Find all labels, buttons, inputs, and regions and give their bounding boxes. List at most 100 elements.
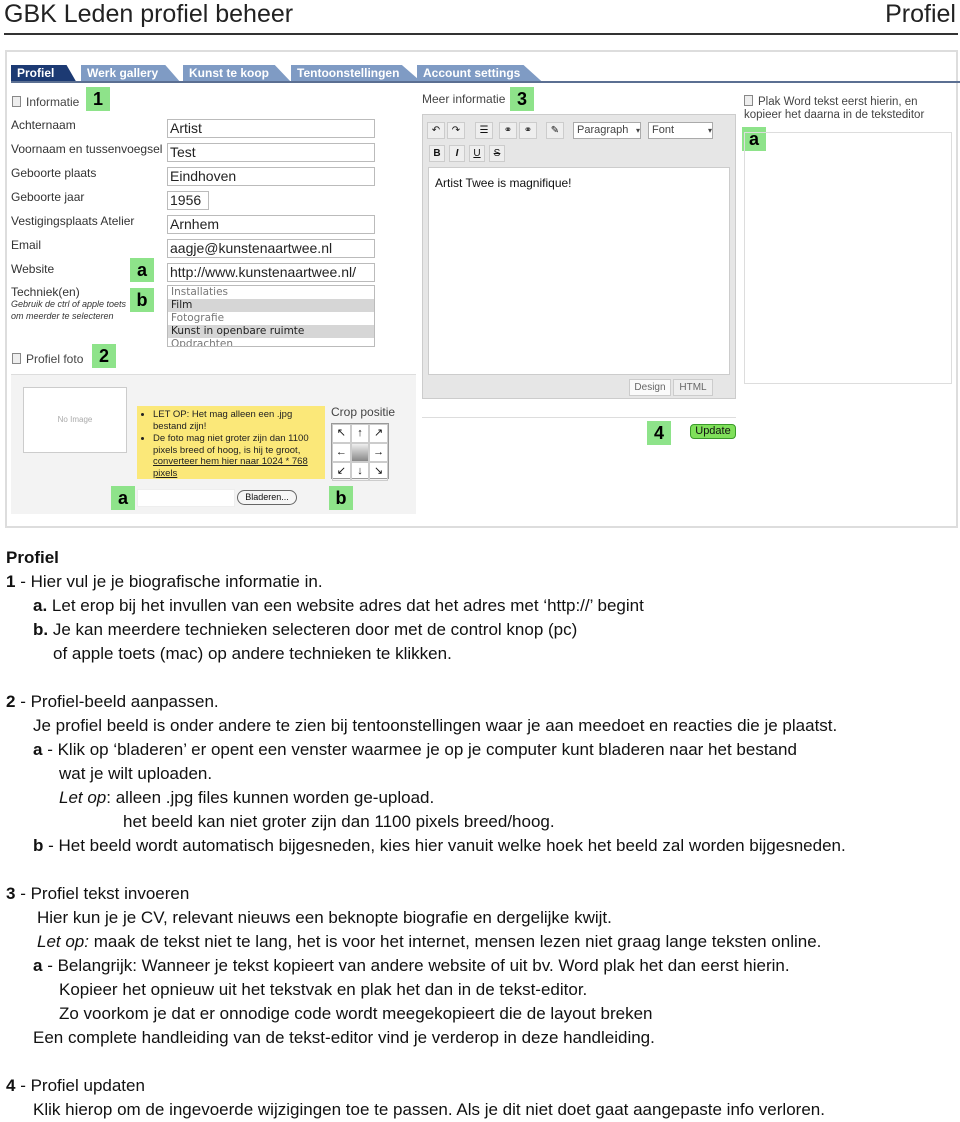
page-section-title: Profiel — [885, 0, 956, 28]
callout-badge: b — [130, 288, 154, 312]
callout-badge: 2 — [92, 344, 116, 368]
photo-heading: Profiel foto — [12, 352, 83, 366]
arrow-ne-icon[interactable]: ↗ — [369, 424, 388, 443]
crop-position-grid[interactable]: ↖ ↑ ↗ ← → ↙ ↓ ↘ — [331, 423, 389, 481]
label-techniek: Techniek(en) — [11, 285, 80, 299]
label-achternaam: Achternaam — [11, 118, 76, 132]
doc-line: het beeld kan niet groter zijn dan 1100 … — [123, 812, 555, 831]
doc-line: maak de tekst niet te lang, het is voor … — [89, 932, 822, 951]
doc-line: - Profiel-beeld aanpassen. — [15, 692, 219, 711]
label-geboortejaar: Geboorte jaar — [11, 190, 85, 204]
bold-button[interactable]: B — [429, 145, 445, 162]
image-icon — [12, 353, 21, 364]
rich-text-editor: ↶ ↷ ☰ ⚭ ⚭ ✎ Paragraph ▾ Font ▾ B I U S Art… — [422, 114, 736, 399]
paste-label: Plak Word tekst eerst hierin, en kopieer… — [744, 96, 925, 121]
paragraph-select[interactable]: Paragraph ▾ — [573, 122, 641, 139]
font-select[interactable]: Font ▾ — [648, 122, 713, 139]
techniek-listbox[interactable]: Installaties Film Fotografie Kunst in op… — [167, 285, 375, 347]
paste-textarea[interactable] — [744, 132, 952, 384]
arrow-e-icon[interactable]: → — [369, 443, 388, 462]
arrow-s-icon[interactable]: ↓ — [350, 462, 370, 481]
paragraph-value: Paragraph — [577, 124, 629, 136]
link-icon[interactable]: ⚭ — [499, 122, 517, 139]
geboortejaar-input[interactable]: 1956 — [167, 191, 209, 210]
edit-html-icon[interactable]: ✎ — [546, 122, 564, 139]
header-divider — [4, 33, 958, 35]
callout-badge: 1 — [86, 87, 110, 111]
photo-panel: No Image LET OP: Het mag alleen een .jpg… — [11, 374, 416, 514]
achternaam-input[interactable]: Artist — [167, 119, 375, 138]
callout-badge: 3 — [510, 87, 534, 111]
techniek-hint: Gebruik de ctrl of apple toets om meerde… — [11, 299, 127, 321]
page-title: GBK Leden profiel beheer — [4, 0, 294, 28]
website-input[interactable]: http://www.kunstenaartwee.nl/ — [167, 263, 375, 282]
doc-title: Profiel — [6, 548, 59, 567]
arrow-sw-icon[interactable]: ↙ — [332, 462, 351, 481]
profile-screenshot: Profiel Werk gallery Kunst te koop Tento… — [5, 50, 960, 528]
label-voornaam: Voornaam en tussenvoegsel — [11, 142, 163, 156]
undo-icon[interactable]: ↶ — [427, 122, 445, 139]
paste-instructions: Plak Word tekst eerst hierin, en kopieer… — [744, 95, 954, 122]
arrow-nw-icon[interactable]: ↖ — [332, 424, 351, 443]
tab-tentoonstellingen[interactable]: Tentoonstellingen — [291, 65, 422, 82]
divider — [422, 417, 736, 418]
tab-account-settings[interactable]: Account settings — [417, 65, 543, 82]
label-website: Website — [11, 262, 55, 276]
file-upload-input[interactable] — [137, 489, 235, 507]
convert-link[interactable]: converteer hem hier naar 1024 * 768 pixe… — [153, 456, 308, 479]
editor-heading: Meer informatie — [422, 92, 506, 106]
doc-line: Klik hierop om de ingevoerde wijzigingen… — [33, 1100, 825, 1119]
doc-line: Je kan meerdere technieken selecteren do… — [48, 620, 578, 639]
html-tab[interactable]: HTML — [673, 379, 713, 396]
info-heading: Informatie — [12, 95, 79, 109]
italic-button[interactable]: I — [449, 145, 465, 162]
vestigingsplaats-input[interactable]: Arnhem — [167, 215, 375, 234]
tab-divider — [11, 81, 960, 83]
callout-badge: a — [111, 486, 135, 510]
editor-content[interactable]: Artist Twee is magnifique! — [428, 167, 730, 375]
no-image-placeholder: No Image — [23, 387, 127, 453]
arrow-n-icon[interactable]: ↑ — [350, 424, 370, 443]
step-letter: b. — [33, 620, 49, 639]
email-input[interactable]: aagje@kunstenaartwee.nl — [167, 239, 375, 258]
label-vestigingsplaats: Vestigingsplaats Atelier — [11, 214, 135, 228]
design-tab[interactable]: Design — [629, 379, 671, 396]
note-text: De foto mag niet groter zijn dan 1100 pi… — [153, 433, 309, 456]
tab-werk-gallery[interactable]: Werk gallery — [81, 65, 181, 82]
list-option[interactable]: Film — [168, 299, 374, 312]
list-option[interactable]: Fotografie — [168, 312, 374, 325]
dropdown-arrow-icon: ▾ — [707, 126, 712, 135]
browse-button[interactable]: Bladeren... — [237, 490, 297, 505]
list-option[interactable]: Kunst in openbare ruimte — [168, 325, 374, 338]
doc-line: Je profiel beeld is onder andere te zien… — [33, 716, 838, 735]
doc-line: wat je wilt uploaden. — [59, 764, 213, 783]
voornaam-input[interactable]: Test — [167, 143, 375, 162]
note-item: LET OP: Het mag alleen een .jpg bestand … — [153, 409, 321, 432]
list-option[interactable]: Installaties — [168, 286, 374, 299]
doc-line: Kopieer het opnieuw uit het tekstvak en … — [59, 980, 588, 999]
callout-badge: a — [130, 258, 154, 282]
arrow-se-icon[interactable]: ↘ — [369, 462, 388, 481]
photo-note: LET OP: Het mag alleen een .jpg bestand … — [137, 406, 325, 479]
doc-line: - Profiel tekst invoeren — [15, 884, 190, 903]
arrow-w-icon[interactable]: ← — [332, 443, 351, 462]
dropdown-arrow-icon: ▾ — [635, 126, 640, 135]
step-letter: a. — [33, 596, 48, 615]
crop-center[interactable] — [350, 443, 370, 462]
doc-line: - Het beeld wordt automatisch bijgesnede… — [43, 836, 846, 855]
geboorteplaats-input[interactable]: Eindhoven — [167, 167, 375, 186]
doc-line: - Klik op ‘bladeren’ er opent een venste… — [42, 740, 797, 759]
bullet-list-icon[interactable]: ☰ — [475, 122, 493, 139]
update-button[interactable]: Update — [690, 424, 736, 439]
strikethrough-button[interactable]: S — [489, 145, 505, 162]
unlink-icon[interactable]: ⚭ — [519, 122, 537, 139]
list-option[interactable]: Opdrachten — [168, 338, 374, 346]
let-op: Let op: — [37, 932, 89, 951]
let-op: Let op — [59, 788, 107, 807]
tab-kunst-te-koop[interactable]: Kunst te koop — [183, 65, 291, 82]
tab-profiel[interactable]: Profiel — [11, 65, 77, 82]
redo-icon[interactable]: ↷ — [447, 122, 465, 139]
underline-button[interactable]: U — [469, 145, 485, 162]
doc-line: - Belangrijk: Wanneer je tekst kopieert … — [42, 956, 790, 975]
doc-line: Hier kun je je CV, relevant nieuws een b… — [37, 908, 612, 927]
